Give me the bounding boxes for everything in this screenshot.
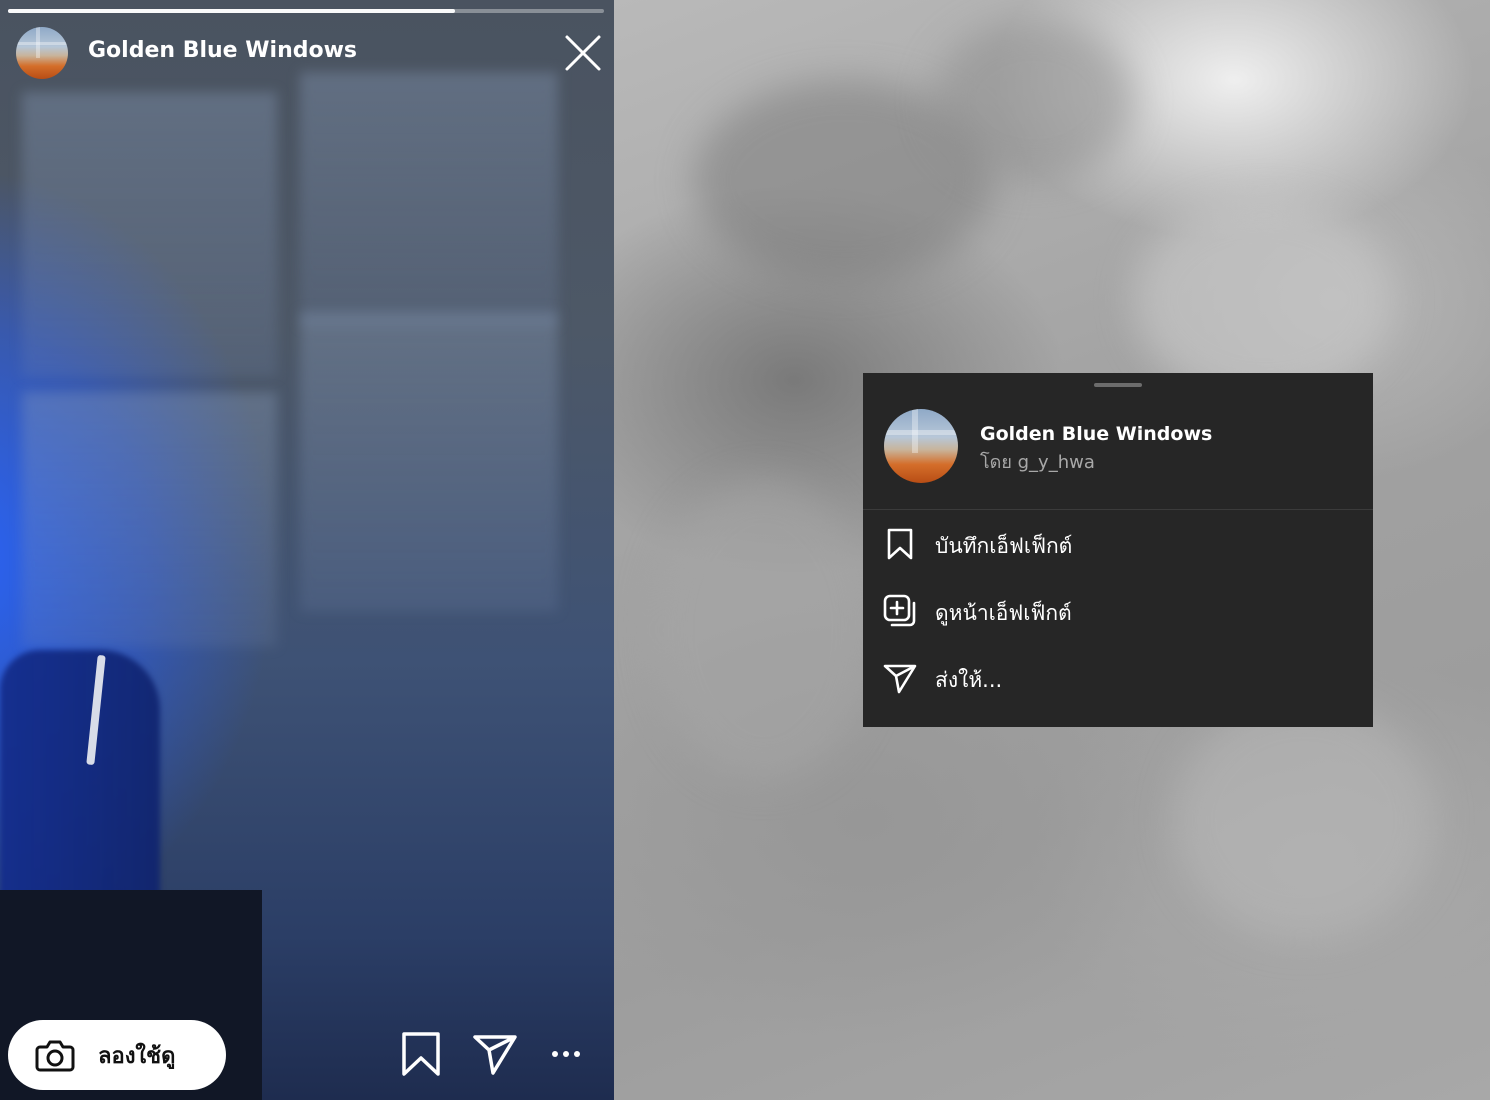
camera-icon <box>35 1040 75 1072</box>
menu-item-view-effect-page[interactable]: ดูหน้าเอ็ฟเฟ็กต์ <box>863 580 1373 640</box>
bookmark-icon <box>887 528 913 560</box>
story-progress-fill <box>8 9 455 13</box>
menu-item-label: ดูหน้าเอ็ฟเฟ็กต์ <box>935 601 1072 625</box>
effect-name: Golden Blue Windows <box>980 423 1213 445</box>
story-progress-bar <box>8 9 604 13</box>
save-effect-button[interactable] <box>398 1030 444 1078</box>
bookmark-icon <box>402 1032 440 1076</box>
effect-avatar[interactable] <box>16 27 68 79</box>
send-effect-button[interactable] <box>472 1030 518 1078</box>
send-icon <box>473 1035 517 1075</box>
send-icon <box>883 664 917 694</box>
menu-item-send-to[interactable]: ส่งให้... <box>863 647 1373 707</box>
effect-page-icon <box>883 594 916 627</box>
smoke-cloud <box>654 480 874 780</box>
divider <box>863 509 1373 510</box>
smoke-cloud <box>1174 700 1434 940</box>
sheet-handle[interactable] <box>1094 383 1142 387</box>
more-icon <box>552 1051 580 1057</box>
smoke-cloud <box>1134 200 1394 400</box>
smoke-cloud <box>934 20 1134 180</box>
more-options-button[interactable] <box>545 1030 591 1078</box>
menu-item-label: ส่งให้... <box>935 668 1003 692</box>
window-shadow <box>22 92 277 377</box>
close-button[interactable] <box>562 32 604 74</box>
try-it-button[interactable]: ลองใช้ดู <box>8 1020 226 1090</box>
window-shadow <box>300 72 558 327</box>
try-it-label: ลองใช้ดู <box>98 1043 176 1069</box>
effect-options-sheet: Golden Blue Windows โดย g_y_hwa บันทึกเอ… <box>863 373 1373 727</box>
story-viewer: Golden Blue Windows ลองใช้ดู <box>0 0 614 1100</box>
effect-author[interactable]: โดย g_y_hwa <box>980 447 1095 476</box>
menu-item-label: บันทึกเอ็ฟเฟ็กต์ <box>935 534 1073 558</box>
effect-title[interactable]: Golden Blue Windows <box>88 38 357 63</box>
menu-item-save-effect[interactable]: บันทึกเอ็ฟเฟ็กต์ <box>863 513 1373 573</box>
close-icon <box>565 35 601 71</box>
window-shadow <box>22 392 277 647</box>
window-shadow <box>300 312 558 612</box>
effect-avatar <box>884 409 958 483</box>
